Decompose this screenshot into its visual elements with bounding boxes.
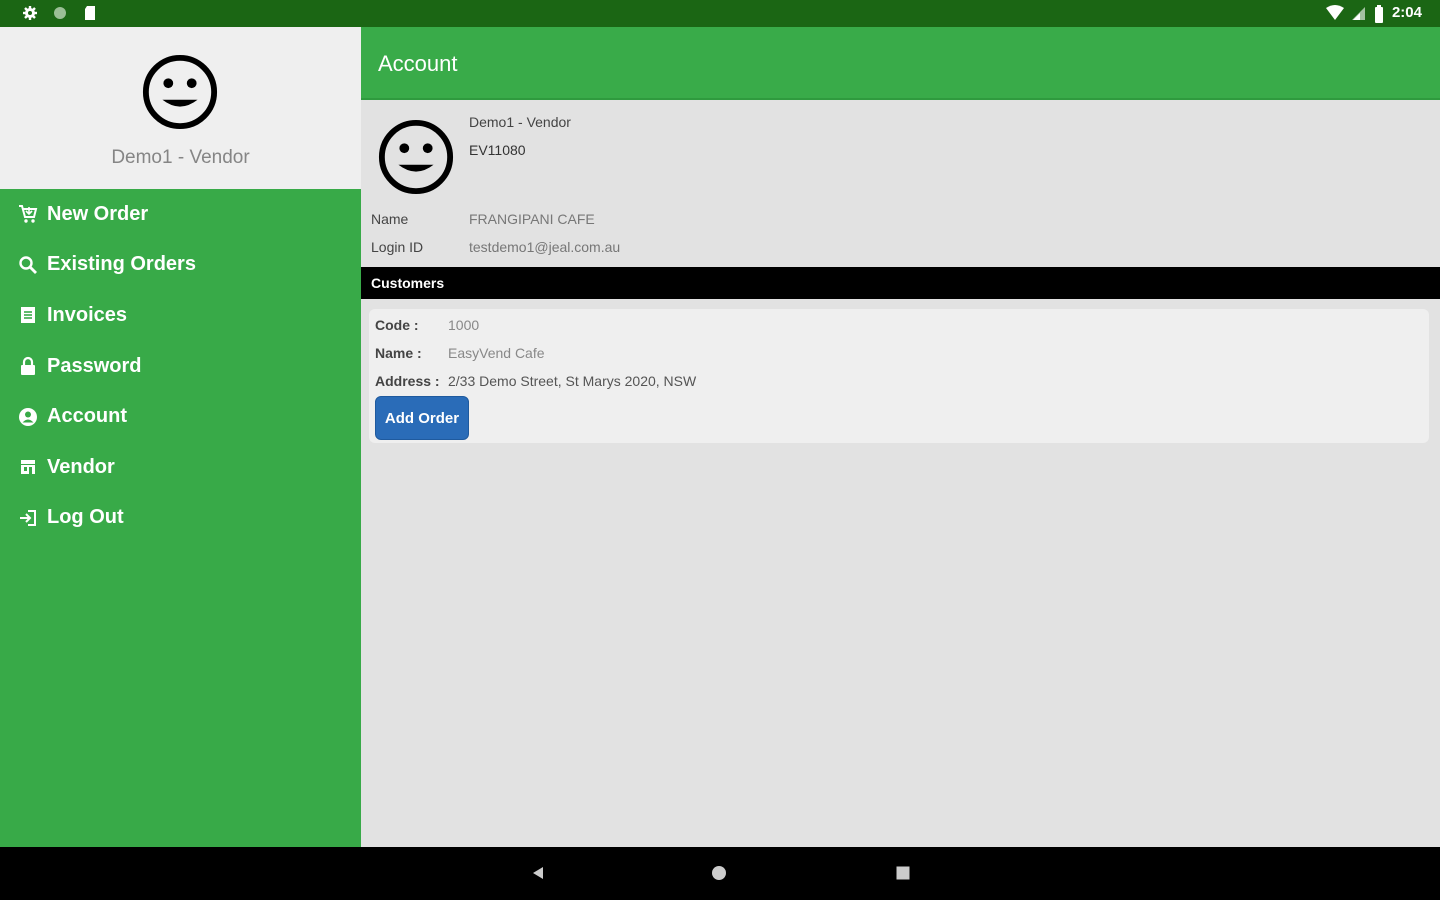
- app-bar: Account: [361, 27, 1440, 100]
- menu-item-invoices[interactable]: Invoices: [0, 290, 361, 341]
- lock-icon: [18, 356, 38, 376]
- gear-icon: [22, 5, 38, 21]
- customers-header: Customers: [361, 267, 1440, 299]
- name-value: FRANGIPANI CAFE: [469, 211, 595, 227]
- main-content: Account Demo1 - Vendor EV11080 Name FRAN…: [361, 27, 1440, 847]
- customers-title: Customers: [371, 275, 445, 291]
- drawer-username: Demo1 - Vendor: [111, 147, 250, 168]
- circle-icon: [52, 5, 68, 21]
- menu-item-label: Invoices: [47, 303, 128, 326]
- menu-item-label: New Order: [47, 202, 149, 225]
- logout-icon: [18, 508, 38, 528]
- account-profile: Demo1 - Vendor EV11080 Name FRANGIPANI C…: [361, 100, 1440, 267]
- wifi-icon: [1325, 4, 1344, 21]
- status-bar: 2:04: [0, 0, 1440, 27]
- system-nav-bar: [0, 847, 1440, 900]
- add-order-button[interactable]: Add Order: [375, 396, 469, 440]
- vendor-name: Demo1 - Vendor: [469, 114, 571, 130]
- home-icon[interactable]: [711, 865, 727, 886]
- code-label: Code :: [375, 317, 419, 333]
- document-icon: [18, 305, 38, 325]
- signal-icon: [1350, 5, 1366, 21]
- recents-icon[interactable]: [895, 865, 911, 886]
- login-id-value: testdemo1@jeal.com.au: [469, 239, 621, 255]
- address-label: Address :: [375, 373, 440, 389]
- search-icon: [18, 255, 38, 275]
- menu-item-label: Vendor: [47, 455, 115, 478]
- store-icon: [18, 457, 38, 477]
- login-id-label: Login ID: [371, 239, 424, 255]
- sd-card-icon: [82, 5, 98, 21]
- battery-icon: [1374, 4, 1384, 23]
- customer-name-label: Name :: [375, 345, 422, 361]
- menu-item-label: Log Out: [47, 506, 124, 529]
- drawer-menu: New Order Existing Orders Invoices Passw…: [0, 189, 361, 543]
- menu-item-label: Account: [47, 405, 127, 428]
- navigation-drawer: Demo1 - Vendor New Order Existing Orders…: [0, 27, 361, 847]
- code-value: 1000: [448, 317, 480, 333]
- customer-name-value: EasyVend Cafe: [448, 345, 545, 361]
- menu-item-existing-orders[interactable]: Existing Orders: [0, 240, 361, 291]
- account-icon: [18, 407, 38, 427]
- page-title: Account: [378, 51, 458, 76]
- menu-item-password[interactable]: Password: [0, 341, 361, 392]
- back-icon[interactable]: [530, 865, 546, 886]
- vendor-code: EV11080: [469, 142, 526, 158]
- menu-item-new-order[interactable]: New Order: [0, 189, 361, 240]
- menu-item-log-out[interactable]: Log Out: [0, 493, 361, 544]
- customer-card: Code : 1000 Name : EasyVend Cafe Address…: [369, 309, 1429, 443]
- status-time: 2:04: [1391, 4, 1422, 21]
- address-value: 2/33 Demo Street, St Marys 2020, NSW: [448, 373, 697, 389]
- menu-item-label: Password: [47, 354, 142, 377]
- menu-item-account[interactable]: Account: [0, 391, 361, 442]
- name-label: Name: [371, 211, 409, 227]
- cart-icon: [18, 204, 38, 224]
- drawer-header: Demo1 - Vendor: [0, 27, 361, 189]
- smiley-face-icon: [141, 53, 219, 131]
- menu-item-vendor[interactable]: Vendor: [0, 442, 361, 493]
- smiley-face-icon: [377, 118, 455, 196]
- menu-item-label: Existing Orders: [47, 253, 196, 276]
